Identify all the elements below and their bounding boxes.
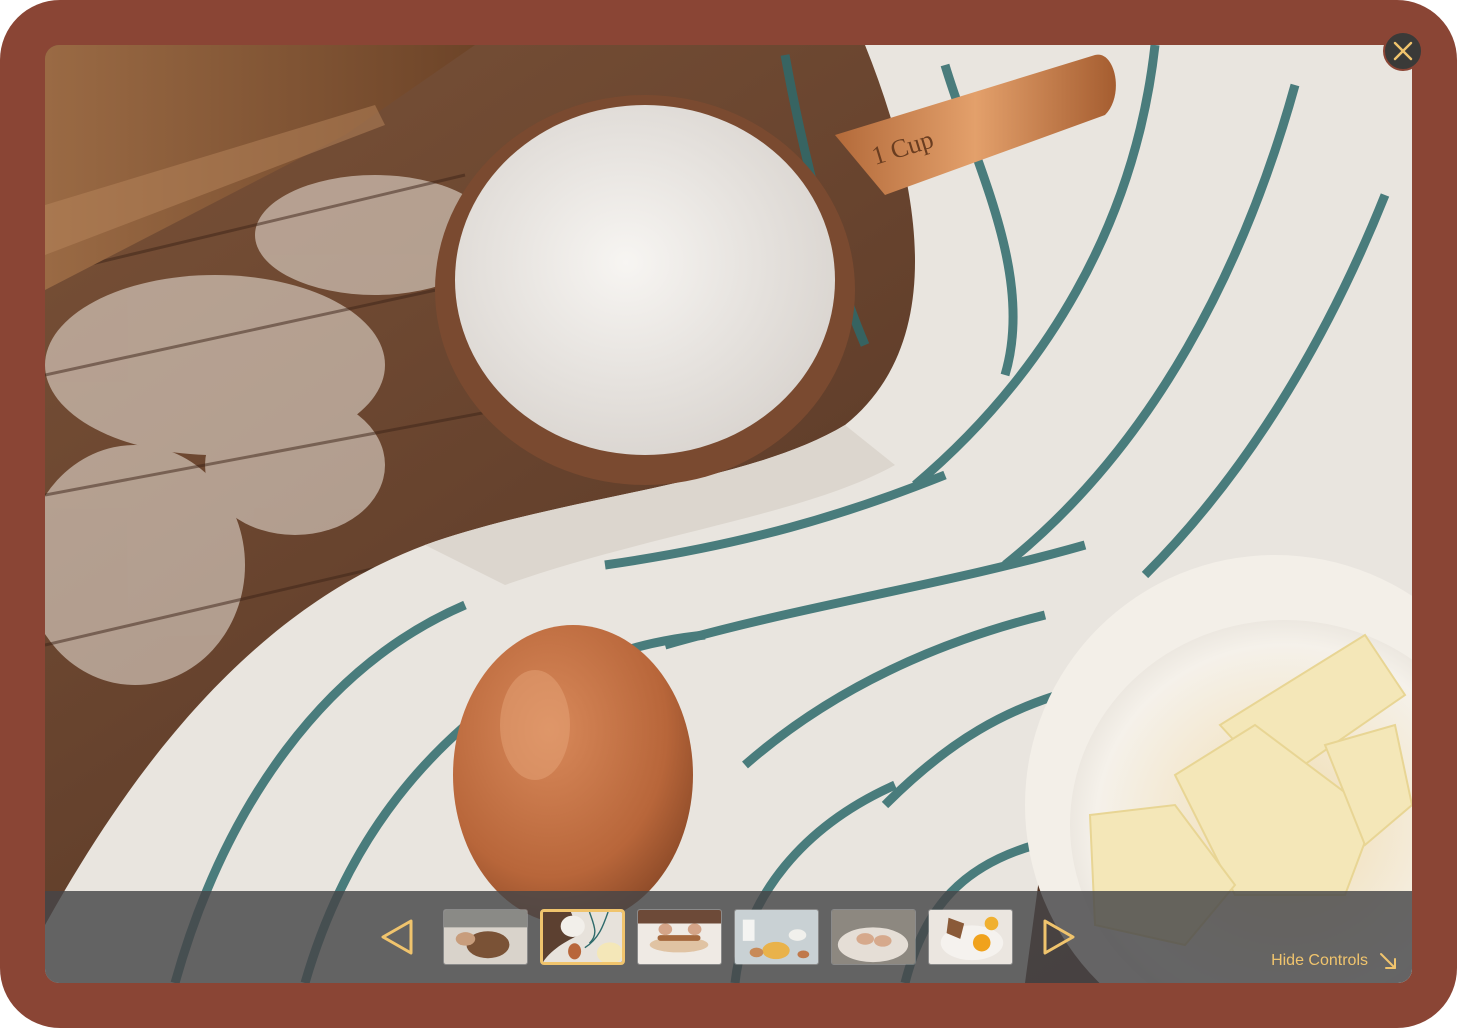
thumbnail-image	[735, 910, 818, 964]
next-button[interactable]	[1037, 915, 1081, 959]
thumbnail-image	[444, 910, 527, 964]
close-button[interactable]	[1383, 31, 1423, 71]
thumbnail-5[interactable]	[831, 909, 916, 965]
thumbnail-6[interactable]	[928, 909, 1013, 965]
arrow-down-right-icon	[1380, 953, 1396, 969]
thumbnail-image	[543, 912, 622, 962]
thumbnail-image	[929, 910, 1012, 964]
close-icon	[1393, 41, 1413, 61]
thumbnail-image	[638, 910, 721, 964]
gallery-controls-bar: Hide Controls	[45, 891, 1412, 983]
lightbox-frame: 1 Cup Hide Controls	[0, 0, 1457, 1028]
thumbnail-strip	[443, 909, 1013, 965]
previous-button[interactable]	[375, 915, 419, 959]
thumbnail-2[interactable]	[540, 909, 625, 965]
thumbnail-1[interactable]	[443, 909, 528, 965]
triangle-right-icon	[1043, 919, 1075, 955]
triangle-left-icon	[381, 919, 413, 955]
hide-controls-button[interactable]: Hide Controls	[1271, 951, 1398, 971]
main-photo: 1 Cup	[45, 45, 1412, 983]
thumbnail-4[interactable]	[734, 909, 819, 965]
thumbnail-3[interactable]	[637, 909, 722, 965]
hide-controls-label: Hide Controls	[1271, 952, 1368, 969]
main-photo-image: 1 Cup	[45, 45, 1412, 983]
thumbnail-image	[832, 910, 915, 964]
